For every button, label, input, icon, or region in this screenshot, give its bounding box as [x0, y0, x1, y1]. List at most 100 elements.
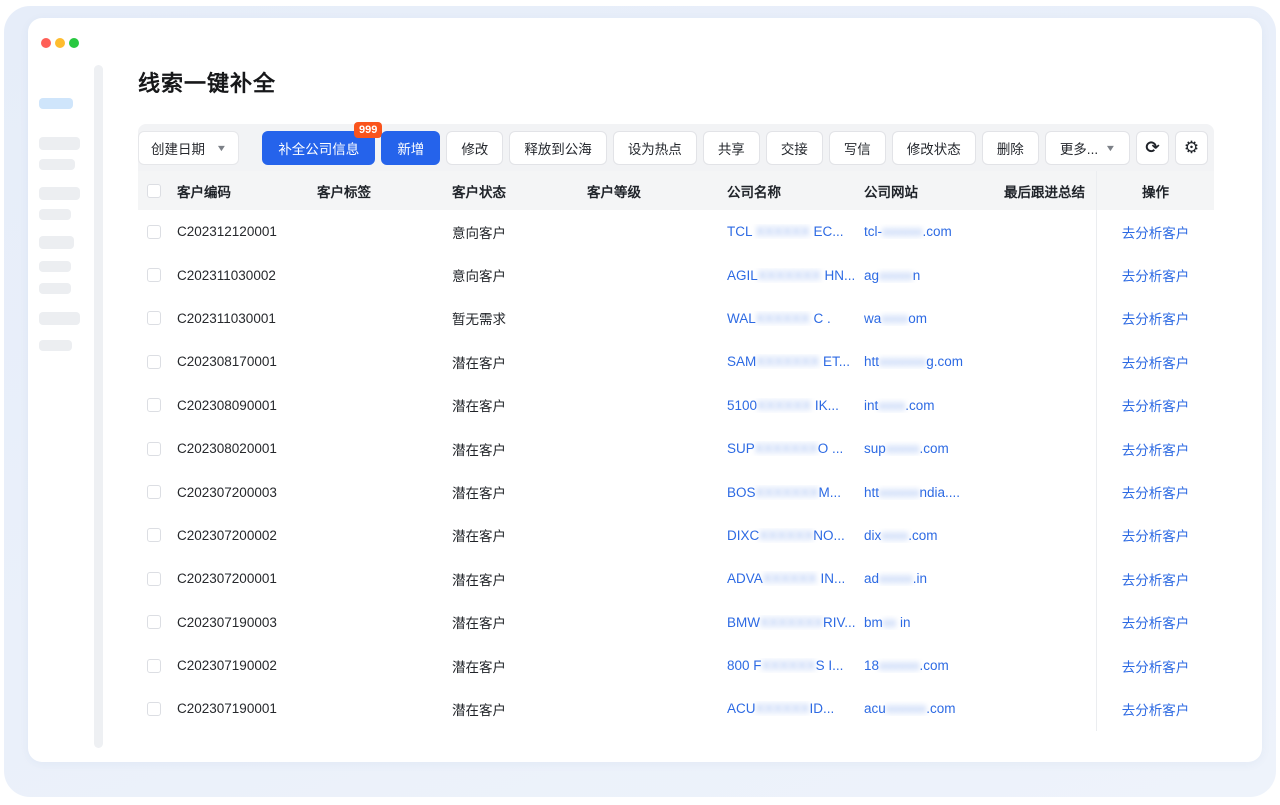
redacted-text: xxxxxx [879, 658, 920, 673]
sidebar-item-placeholder[interactable] [39, 312, 80, 325]
complete-company-info-button[interactable]: 补全公司信息 999 [262, 131, 375, 165]
row-checkbox[interactable] [147, 311, 161, 325]
more-button[interactable]: 更多... ▼ [1045, 131, 1130, 165]
row-checkbox[interactable] [147, 225, 161, 239]
analyze-customer-link[interactable]: 去分析客户 [1122, 226, 1190, 241]
table-row: C202307190002潜在客户800 FXXXXXXS I...18xxxx… [138, 644, 1214, 687]
company-name-link[interactable]: ADVAXXXXXX IN... [727, 571, 864, 586]
add-new-label: 新增 [397, 138, 424, 158]
analyze-customer-link[interactable]: 去分析客户 [1122, 660, 1190, 675]
toolbar-button[interactable]: 删除 [982, 131, 1039, 165]
row-checkbox[interactable] [147, 442, 161, 456]
action-cell: 去分析客户 [1097, 525, 1214, 545]
minimize-window-icon[interactable] [55, 38, 65, 48]
redacted-text: xxxx [881, 311, 908, 326]
analyze-customer-link[interactable]: 去分析客户 [1122, 486, 1190, 501]
select-all-checkbox[interactable] [147, 184, 161, 198]
toolbar-button[interactable]: 释放到公海 [509, 131, 607, 165]
sidebar-item-placeholder[interactable] [39, 137, 80, 150]
date-filter-dropdown[interactable]: 创建日期 ▼ [138, 131, 239, 165]
row-checkbox[interactable] [147, 268, 161, 282]
table-row: C202307190001潜在客户ACUXXXXXXID...acuxxxxxx… [138, 687, 1214, 730]
company-website-link[interactable]: adxxxxx.in [864, 571, 1004, 586]
sidebar-item-placeholder[interactable] [39, 283, 71, 294]
sidebar-item-active-placeholder[interactable] [39, 98, 73, 109]
company-website-link[interactable]: agxxxxxn [864, 268, 1004, 283]
row-checkbox-cell [138, 528, 177, 542]
company-website-link[interactable]: bmxx in [864, 615, 1004, 630]
row-checkbox-cell [138, 572, 177, 586]
analyze-customer-link[interactable]: 去分析客户 [1122, 399, 1190, 414]
add-new-button[interactable]: 新增 [381, 131, 440, 165]
sidebar-item-placeholder[interactable] [39, 159, 75, 170]
analyze-customer-link[interactable]: 去分析客户 [1122, 356, 1190, 371]
redacted-text: XXXXXX [756, 311, 810, 326]
company-name-link[interactable]: 5100XXXXXX IK... [727, 398, 864, 413]
analyze-customer-link[interactable]: 去分析客户 [1122, 573, 1190, 588]
analyze-customer-link[interactable]: 去分析客户 [1122, 703, 1190, 718]
company-name-link[interactable]: ACUXXXXXXID... [727, 701, 864, 716]
close-window-icon[interactable] [41, 38, 51, 48]
toolbar-button[interactable]: 修改 [446, 131, 503, 165]
analyze-customer-link[interactable]: 去分析客户 [1122, 312, 1190, 327]
row-checkbox[interactable] [147, 355, 161, 369]
settings-button[interactable]: ⚙ [1175, 131, 1208, 165]
row-checkbox[interactable] [147, 528, 161, 542]
company-website-link[interactable]: waxxxxom [864, 311, 1004, 326]
sidebar-item-placeholder[interactable] [39, 187, 80, 200]
toolbar-button[interactable]: 共享 [703, 131, 760, 165]
toolbar-button[interactable]: 修改状态 [892, 131, 976, 165]
company-name-link[interactable]: SAMXXXXXXX ET... [727, 354, 864, 369]
company-name-link[interactable]: 800 FXXXXXXS I... [727, 658, 864, 673]
company-website-link[interactable]: supxxxxx.com [864, 441, 1004, 456]
row-checkbox[interactable] [147, 615, 161, 629]
company-website-link[interactable]: 18xxxxxx.com [864, 658, 1004, 673]
company-name-link[interactable]: WALXXXXXX C . [727, 311, 864, 326]
refresh-button[interactable]: ⟳ [1136, 131, 1169, 165]
company-website-link[interactable]: acuxxxxxx.com [864, 701, 1004, 716]
maximize-window-icon[interactable] [69, 38, 79, 48]
sidebar-item-placeholder[interactable] [39, 236, 74, 249]
company-name-link[interactable]: BOSXXXXXXXM... [727, 485, 864, 500]
company-name-link[interactable]: AGILXXXXXXX HN... [727, 268, 864, 283]
company-name-link[interactable]: DIXCXXXXXXNO... [727, 528, 864, 543]
chevron-down-icon: ▼ [216, 143, 228, 153]
customer-code: C202308170001 [177, 354, 317, 369]
table-row: C202307200002潜在客户DIXCXXXXXXNO...dixxxxx.… [138, 514, 1214, 557]
toolbar-button[interactable]: 写信 [829, 131, 886, 165]
redacted-text: XXXXXXX [755, 441, 818, 456]
company-website-link[interactable]: dixxxxx.com [864, 528, 1004, 543]
company-website-link[interactable]: httxxxxxxxg.com [864, 354, 1004, 369]
action-cell: 去分析客户 [1097, 569, 1214, 589]
analyze-customer-link[interactable]: 去分析客户 [1122, 529, 1190, 544]
row-checkbox[interactable] [147, 398, 161, 412]
company-name-link[interactable]: BMWXXXXXXXRIV... [727, 615, 864, 630]
sidebar-item-placeholder[interactable] [39, 209, 71, 220]
sidebar-item-placeholder[interactable] [39, 261, 71, 272]
company-website-link[interactable]: httxxxxxxndia.... [864, 485, 1004, 500]
customer-code: C202311030001 [177, 311, 317, 326]
date-filter-label: 创建日期 [151, 138, 205, 158]
toolbar-button[interactable]: 设为热点 [613, 131, 697, 165]
redacted-text: XXXXXX [759, 528, 813, 543]
analyze-customer-link[interactable]: 去分析客户 [1122, 616, 1190, 631]
row-checkbox[interactable] [147, 702, 161, 716]
row-checkbox[interactable] [147, 485, 161, 499]
row-checkbox[interactable] [147, 659, 161, 673]
company-name-link[interactable]: TCL XXXXXX EC... [727, 224, 864, 239]
redacted-text: XXXXXXX [756, 485, 819, 500]
row-checkbox[interactable] [147, 572, 161, 586]
column-header: 客户编码 [177, 181, 317, 201]
customer-code: C202307200002 [177, 528, 317, 543]
sidebar-item-placeholder[interactable] [39, 340, 72, 351]
company-website-link[interactable]: intxxxx.com [864, 398, 1004, 413]
action-cell: 去分析客户 [1097, 352, 1214, 372]
redacted-text: XXXXXXX [760, 615, 823, 630]
company-website-link[interactable]: tcl-xxxxxx.com [864, 224, 1004, 239]
customer-code: C202312120001 [177, 224, 317, 239]
analyze-customer-link[interactable]: 去分析客户 [1122, 443, 1190, 458]
toolbar-button[interactable]: 交接 [766, 131, 823, 165]
toolbar-buttons: 补全公司信息 999 新增 修改释放到公海设为热点共享交接写信修改状态删除 更多… [262, 131, 1208, 165]
company-name-link[interactable]: SUPXXXXXXXO ... [727, 441, 864, 456]
analyze-customer-link[interactable]: 去分析客户 [1122, 269, 1190, 284]
